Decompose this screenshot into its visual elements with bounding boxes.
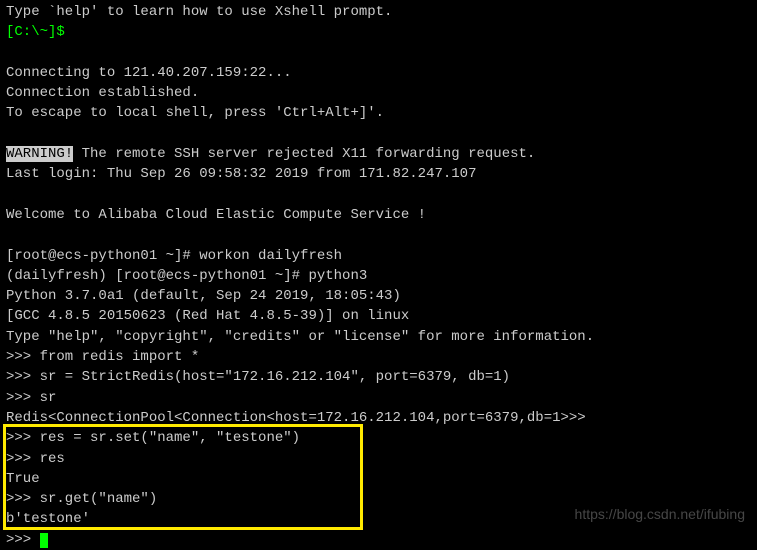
watermark-text: https://blog.csdn.net/ifubing — [575, 504, 745, 524]
py-import: >>> from redis import * — [6, 347, 751, 367]
established-line: Connection established. — [6, 83, 751, 103]
py-set: >>> res = sr.set("name", "testone") — [6, 428, 751, 448]
py-res: >>> res — [6, 449, 751, 469]
python-version: Python 3.7.0a1 (default, Sep 24 2019, 18… — [6, 286, 751, 306]
last-login-line: Last login: Thu Sep 26 09:58:32 2019 fro… — [6, 164, 751, 184]
blank-line — [6, 43, 751, 63]
shell-cmd-python3: (dailyfresh) [root@ecs-python01 ~]# pyth… — [6, 266, 751, 286]
py-prompt: >>> — [6, 532, 40, 548]
gcc-line: [GCC 4.8.5 20150623 (Red Hat 4.8.5-39)] … — [6, 306, 751, 326]
warning-text: The remote SSH server rejected X11 forwa… — [73, 146, 535, 162]
terminal-output[interactable]: Type `help' to learn how to use Xshell p… — [6, 2, 751, 550]
blank-line — [6, 185, 751, 205]
py-prompt-cursor[interactable]: >>> — [6, 530, 751, 550]
welcome-line: Welcome to Alibaba Cloud Elastic Compute… — [6, 205, 751, 225]
local-prompt: [C:\~]$ — [6, 22, 751, 42]
py-repr: Redis<ConnectionPool<Connection<host=172… — [6, 408, 751, 428]
python-help-hint: Type "help", "copyright", "credits" or "… — [6, 327, 751, 347]
blank-line — [6, 225, 751, 245]
blank-line — [6, 124, 751, 144]
warning-line: WARNING! The remote SSH server rejected … — [6, 144, 751, 164]
cursor-block — [40, 533, 48, 548]
escape-line: To escape to local shell, press 'Ctrl+Al… — [6, 103, 751, 123]
py-sr: >>> sr — [6, 388, 751, 408]
py-true: True — [6, 469, 751, 489]
help-hint: Type `help' to learn how to use Xshell p… — [6, 2, 751, 22]
local-prompt-path: [C:\~]$ — [6, 24, 65, 40]
py-strictredis: >>> sr = StrictRedis(host="172.16.212.10… — [6, 367, 751, 387]
warning-badge: WARNING! — [6, 146, 73, 162]
shell-cmd-workon: [root@ecs-python01 ~]# workon dailyfresh — [6, 246, 751, 266]
connecting-line: Connecting to 121.40.207.159:22... — [6, 63, 751, 83]
